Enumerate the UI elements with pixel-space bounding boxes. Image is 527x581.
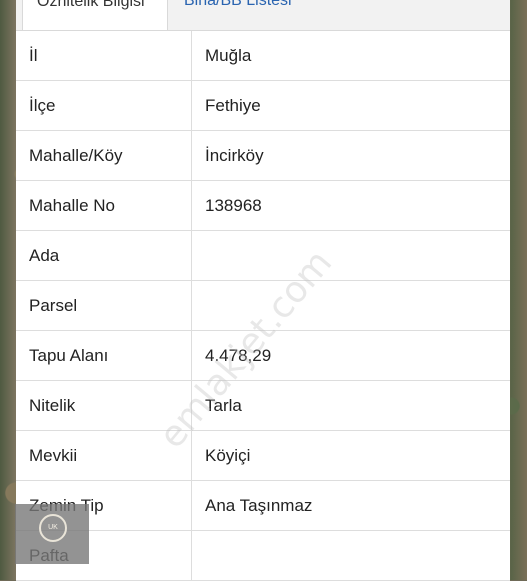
table-row: Tapu Alanı 4.478,29 — [16, 330, 510, 381]
agency-logo: UK — [15, 504, 89, 564]
row-key: Mevkii — [16, 430, 192, 481]
row-value: Köyiçi — [191, 430, 510, 481]
table-row: Nitelik Tarla — [16, 380, 510, 431]
table-row: İlçe Fethiye — [16, 80, 510, 131]
row-value — [191, 230, 510, 281]
attribute-table: İl Muğla İlçe Fethiye Mahalle/Köy İncirköy … — [16, 31, 510, 581]
row-key: Nitelik — [16, 380, 192, 431]
logo-badge: UK — [39, 514, 67, 542]
row-key: Mahalle/Köy — [16, 130, 192, 181]
table-row: İl Muğla — [16, 31, 510, 81]
row-key: Ada — [16, 230, 192, 281]
row-key: İl — [16, 31, 192, 81]
table-row: Mevkii Köyiçi — [16, 430, 510, 481]
table-row: Zemin TipAna Taşınmaz — [16, 480, 510, 531]
table-row: Ada — [16, 230, 510, 281]
row-value: Fethiye — [191, 80, 510, 131]
row-value: Muğla — [191, 31, 510, 81]
row-key: Mahalle No — [16, 180, 192, 231]
tab-building-list[interactable]: Bina/BB Listesi — [170, 0, 320, 30]
row-key: Parsel — [16, 280, 192, 331]
attribute-panel: Öznitelik Bilgisi Bina/BB Listesi İl Muğl… — [16, 0, 510, 581]
table-row: Mahalle No 138968 — [16, 180, 510, 231]
tab-attribute-info[interactable]: Öznitelik Bilgisi — [22, 0, 168, 30]
row-key: İlçe — [16, 80, 192, 131]
row-value — [191, 280, 510, 331]
table-row: Pafta — [16, 530, 510, 581]
row-value: 4.478,29 — [191, 330, 510, 381]
table-row: Mahalle/Köy İncirköy — [16, 130, 510, 181]
row-value — [191, 530, 510, 581]
table-row: Parsel — [16, 280, 510, 331]
row-value: Ana Taşınmaz — [191, 480, 510, 531]
row-value: 138968 — [191, 180, 510, 231]
row-value: Tarla — [191, 380, 510, 431]
row-key: Tapu Alanı — [16, 330, 192, 381]
row-value: İncirköy — [191, 130, 510, 181]
tab-bar: Öznitelik Bilgisi Bina/BB Listesi — [16, 0, 510, 31]
